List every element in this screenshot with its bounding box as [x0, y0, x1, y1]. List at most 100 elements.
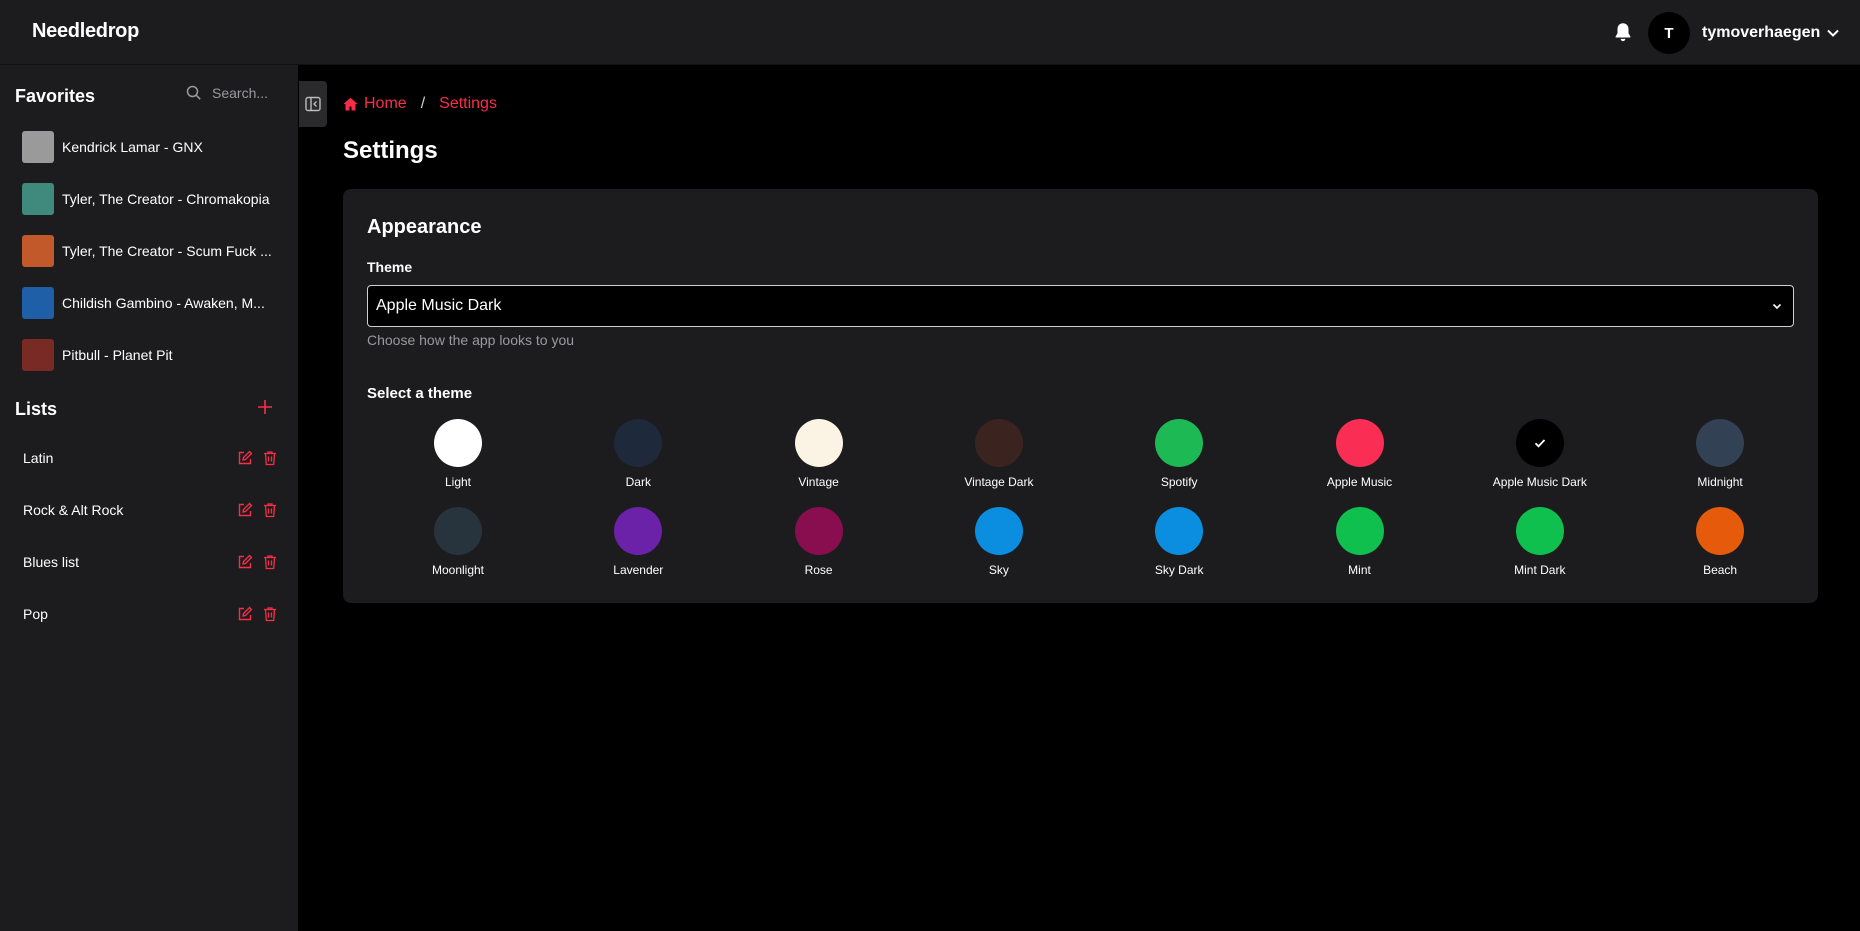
favorites-list: Kendrick Lamar - GNX Tyler, The Creator … [14, 121, 280, 381]
album-thumbnail [22, 339, 54, 371]
theme-swatch-rose[interactable]: Rose [749, 507, 889, 577]
theme-select[interactable]: Apple Music Dark [367, 285, 1794, 327]
favorite-label: Kendrick Lamar - GNX [62, 139, 203, 155]
trash-icon[interactable] [262, 450, 278, 466]
theme-swatch-mint-dark[interactable]: Mint Dark [1470, 507, 1610, 577]
chevron-down-icon [1772, 303, 1782, 310]
favorite-item[interactable]: Pitbull - Planet Pit [14, 329, 280, 381]
username: tymoverhaegen [1702, 24, 1821, 41]
theme-label: Theme [367, 259, 413, 275]
theme-color-circle [1155, 507, 1204, 555]
favorites-search[interactable]: Search... [186, 85, 268, 101]
theme-swatch-label: Midnight [1697, 475, 1743, 489]
trash-icon[interactable] [262, 502, 278, 518]
favorites-heading: Favorites [15, 86, 96, 106]
theme-swatch-vintage-dark[interactable]: Vintage Dark [929, 419, 1069, 489]
theme-swatch-dark[interactable]: Dark [568, 419, 708, 489]
theme-swatch-sky[interactable]: Sky [929, 507, 1069, 577]
trash-icon[interactable] [262, 554, 278, 570]
appearance-card: Appearance Theme Apple Music Dark Choose… [343, 189, 1818, 603]
theme-swatch-light[interactable]: Light [388, 419, 528, 489]
page-title: Settings [343, 137, 438, 164]
home-icon [343, 97, 358, 111]
theme-color-circle [1335, 507, 1384, 555]
theme-color-circle [794, 507, 843, 555]
album-thumbnail [22, 287, 54, 319]
theme-color-circle [1696, 419, 1745, 467]
theme-swatch-label: Sky [988, 563, 1009, 577]
theme-swatch-label: Vintage Dark [964, 475, 1034, 489]
theme-color-circle [974, 507, 1023, 555]
favorite-item[interactable]: Tyler, The Creator - Chromakopia [14, 173, 280, 225]
theme-swatch-label: Beach [1703, 563, 1738, 577]
theme-swatch-spotify[interactable]: Spotify [1109, 419, 1249, 489]
theme-swatch-moonlight[interactable]: Moonlight [388, 507, 528, 577]
check-icon [1534, 439, 1545, 448]
app-logo[interactable]: Needledrop [32, 20, 139, 43]
theme-swatch-label: Mint Dark [1514, 563, 1566, 577]
list-label: Latin [23, 450, 54, 466]
theme-swatch-apple-music[interactable]: Apple Music [1290, 419, 1430, 489]
theme-select-value: Apple Music Dark [376, 297, 502, 314]
favorite-label: Pitbull - Planet Pit [62, 347, 173, 363]
favorite-label: Tyler, The Creator - Scum Fuck ... [62, 243, 272, 259]
trash-icon[interactable] [262, 606, 278, 622]
favorite-item[interactable]: Childish Gambino - Awaken, M... [14, 277, 280, 329]
theme-color-circle [974, 419, 1023, 467]
add-list-plus-icon[interactable] [256, 398, 274, 416]
lists-list: Latin Rock & Alt Rock Blues list Pop [14, 432, 280, 640]
favorite-item[interactable]: Tyler, The Creator - Scum Fuck ... [14, 225, 280, 277]
edit-icon[interactable] [237, 450, 253, 466]
list-item[interactable]: Rock & Alt Rock [14, 484, 280, 536]
theme-swatch-label: Rose [804, 563, 833, 577]
theme-color-circle [434, 419, 482, 467]
theme-swatch-label: Vintage [798, 475, 839, 489]
theme-color-circle [434, 507, 482, 555]
sidebar: Favorites Search... Kendrick Lamar - GNX… [0, 65, 298, 931]
user-menu[interactable]: T tymoverhaegen [1648, 12, 1840, 54]
theme-color-circle [794, 419, 843, 467]
theme-swatch-label: Light [444, 475, 472, 489]
avatar: T [1648, 12, 1690, 54]
list-item[interactable]: Latin [14, 432, 280, 484]
edit-icon[interactable] [237, 606, 253, 622]
theme-color-circle [614, 419, 663, 467]
edit-icon[interactable] [237, 554, 253, 570]
theme-swatch-label: Spotify [1160, 475, 1198, 489]
theme-swatch-sky-dark[interactable]: Sky Dark [1109, 507, 1249, 577]
list-item[interactable]: Blues list [14, 536, 280, 588]
album-thumbnail [22, 131, 54, 163]
top-bar: Needledrop T tymoverhaegen [0, 0, 1860, 65]
list-label: Blues list [23, 554, 80, 570]
theme-helper-text: Choose how the app looks to you [367, 332, 575, 348]
theme-swatch-label: Moonlight [431, 563, 485, 577]
list-item[interactable]: Pop [14, 588, 280, 640]
breadcrumb-home[interactable]: Home [343, 95, 407, 113]
album-thumbnail [22, 183, 54, 215]
breadcrumb-home-label: Home [364, 95, 407, 112]
theme-swatch-midnight[interactable]: Midnight [1650, 419, 1790, 489]
list-label: Rock & Alt Rock [23, 502, 124, 518]
search-input[interactable]: Search... [212, 85, 268, 101]
list-label: Pop [23, 606, 48, 622]
theme-swatch-beach[interactable]: Beach [1650, 507, 1790, 577]
theme-swatch-apple-music-dark[interactable]: Apple Music Dark [1470, 419, 1610, 489]
lists-heading: Lists [15, 399, 58, 419]
favorite-label: Childish Gambino - Awaken, M... [62, 295, 265, 311]
collapse-sidebar-button[interactable] [299, 81, 327, 127]
theme-swatch-vintage[interactable]: Vintage [749, 419, 889, 489]
theme-swatch-lavender[interactable]: Lavender [568, 507, 708, 577]
theme-swatch-label: Sky Dark [1154, 563, 1204, 577]
favorite-item[interactable]: Kendrick Lamar - GNX [14, 121, 280, 173]
favorite-label: Tyler, The Creator - Chromakopia [62, 191, 270, 207]
sidebar-collapse-icon [305, 96, 321, 112]
theme-swatch-mint[interactable]: Mint [1290, 507, 1430, 577]
theme-color-circle [1515, 419, 1564, 467]
bell-icon[interactable] [1612, 21, 1634, 43]
theme-swatch-label: Dark [625, 475, 651, 489]
theme-color-circle [1696, 507, 1745, 555]
breadcrumb: Home / Settings [343, 95, 497, 113]
theme-color-circle [1155, 419, 1204, 467]
theme-swatch-label: Apple Music Dark [1492, 475, 1587, 489]
edit-icon[interactable] [237, 502, 253, 518]
